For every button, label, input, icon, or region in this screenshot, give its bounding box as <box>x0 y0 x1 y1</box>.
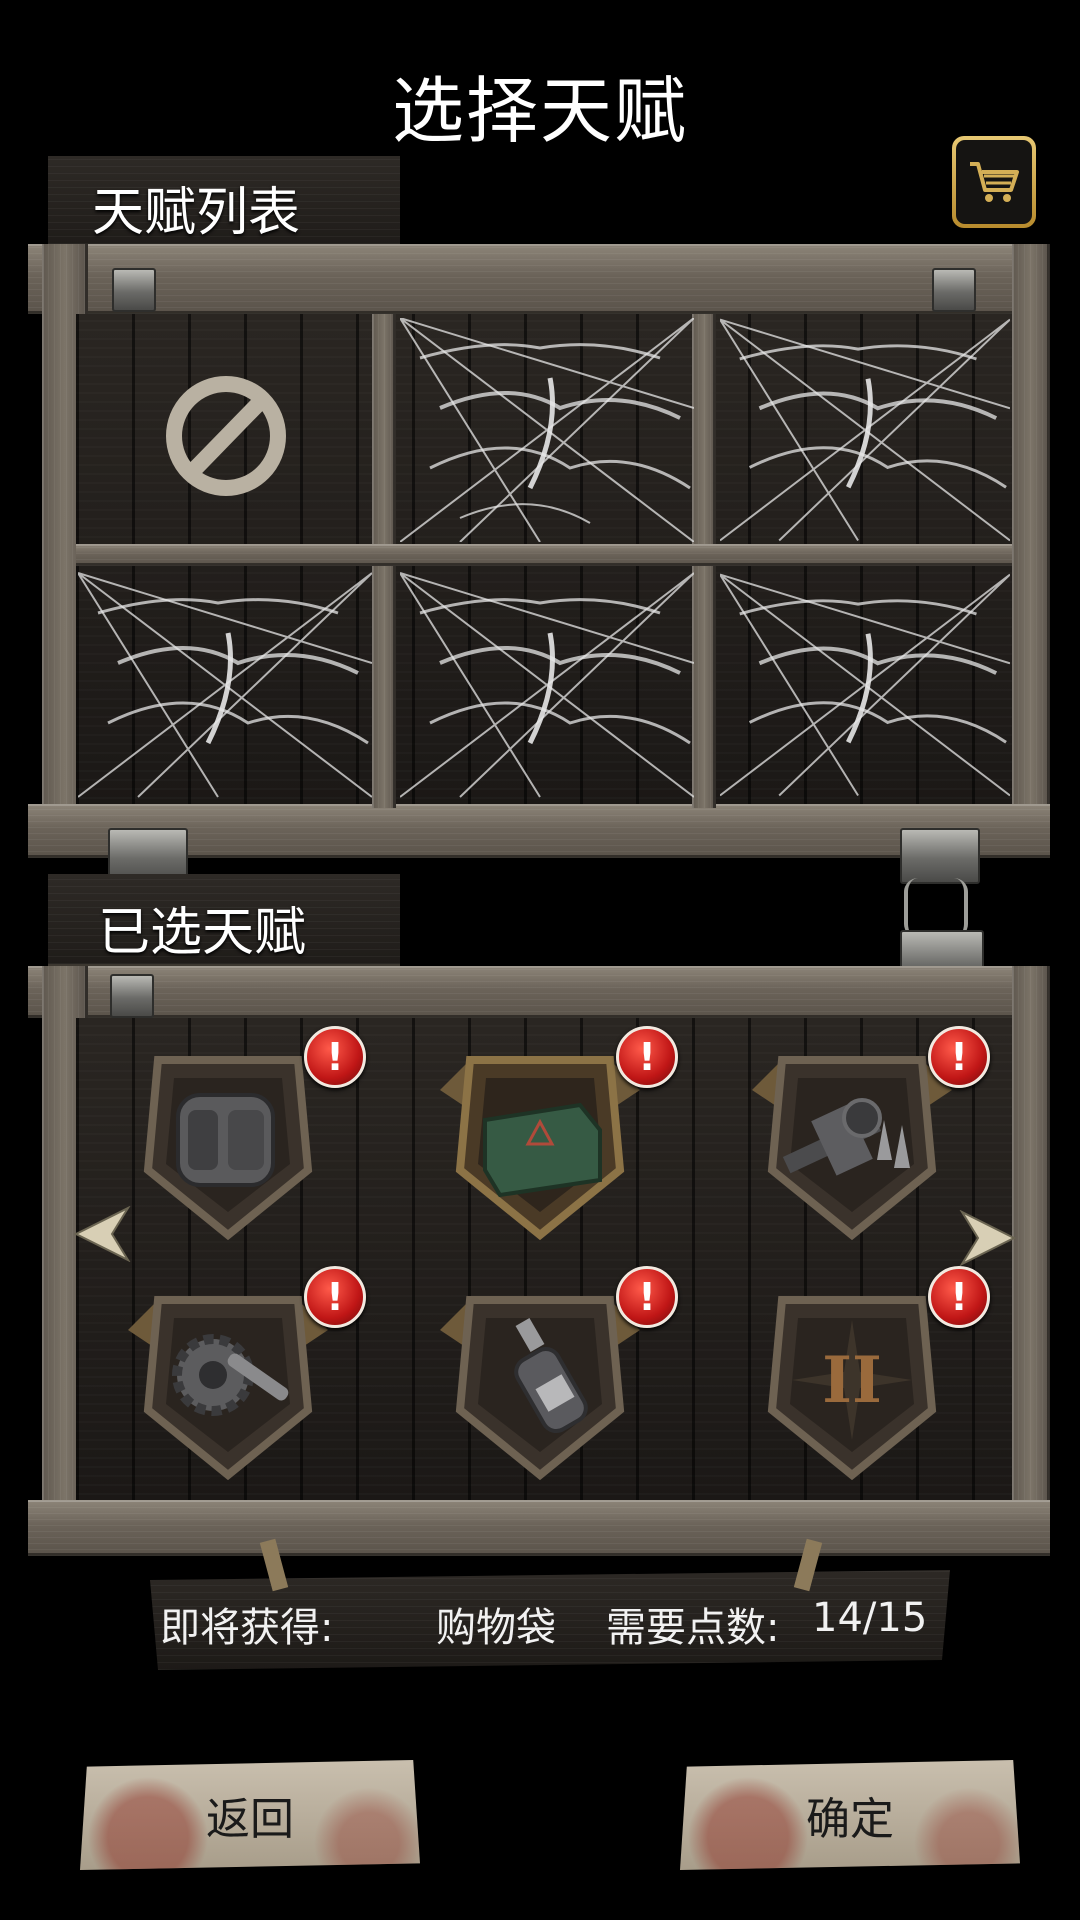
talent-slot-locked[interactable] <box>78 570 372 800</box>
alert-badge-icon: ! <box>304 1266 366 1328</box>
talent-badge[interactable]: ! <box>128 1026 366 1241</box>
arrow-right-icon[interactable] <box>958 1210 1018 1266</box>
weapon-parts-icon <box>752 1056 952 1241</box>
obtain-value: 购物袋 <box>436 1605 556 1651</box>
prohibited-icon <box>166 376 286 496</box>
talent-badge[interactable]: ! <box>440 1026 678 1241</box>
talent-badge[interactable]: ! <box>440 1266 678 1481</box>
cobweb-icon <box>720 573 1010 797</box>
talent-slot-locked[interactable] <box>720 318 1010 542</box>
arrow-left-icon[interactable] <box>72 1206 132 1262</box>
confirm-button-label: 确定 <box>806 1794 894 1845</box>
obtain-label: 即将获得: <box>160 1605 334 1651</box>
talent-slot-locked[interactable] <box>400 570 694 800</box>
page-title: 选择天赋 <box>391 69 688 153</box>
talent-slot-locked[interactable] <box>720 570 1010 800</box>
roman-two-icon: II <box>767 1296 937 1481</box>
confirm-button[interactable]: 确定 <box>680 1760 1020 1870</box>
back-button-label: 返回 <box>206 1794 294 1845</box>
svg-text:II: II <box>822 1343 882 1418</box>
alert-badge-icon: ! <box>304 1026 366 1088</box>
alert-badge-icon: ! <box>616 1026 678 1088</box>
talent-slot-empty[interactable] <box>78 318 372 542</box>
cobweb-icon <box>720 318 1010 542</box>
talent-badge[interactable]: II ! <box>752 1266 990 1481</box>
backpack-icon <box>143 1056 313 1241</box>
points-label: 需要点数: <box>606 1605 780 1651</box>
alert-badge-icon: ! <box>616 1266 678 1328</box>
points-value: 14/15 <box>812 1595 928 1641</box>
talent-badge[interactable]: ! <box>128 1266 366 1481</box>
bottle-icon <box>440 1296 640 1481</box>
shopping-cart-icon <box>970 162 1019 202</box>
talent-list-title: 天赋列表 <box>92 183 301 243</box>
alert-badge-icon: ! <box>928 1026 990 1088</box>
talent-badge[interactable]: ! <box>752 1026 990 1241</box>
back-button[interactable]: 返回 <box>80 1760 420 1870</box>
cobweb-icon <box>400 572 694 798</box>
cobweb-icon <box>400 318 694 542</box>
alert-badge-icon: ! <box>928 1266 990 1328</box>
talent-slot-locked[interactable] <box>400 318 694 542</box>
shop-cart-button[interactable] <box>952 136 1036 228</box>
cobweb-icon <box>78 572 372 798</box>
gear-wrench-icon <box>128 1296 328 1481</box>
selected-talents-title: 已选天赋 <box>98 903 307 963</box>
ammo-crate-icon <box>440 1056 640 1241</box>
